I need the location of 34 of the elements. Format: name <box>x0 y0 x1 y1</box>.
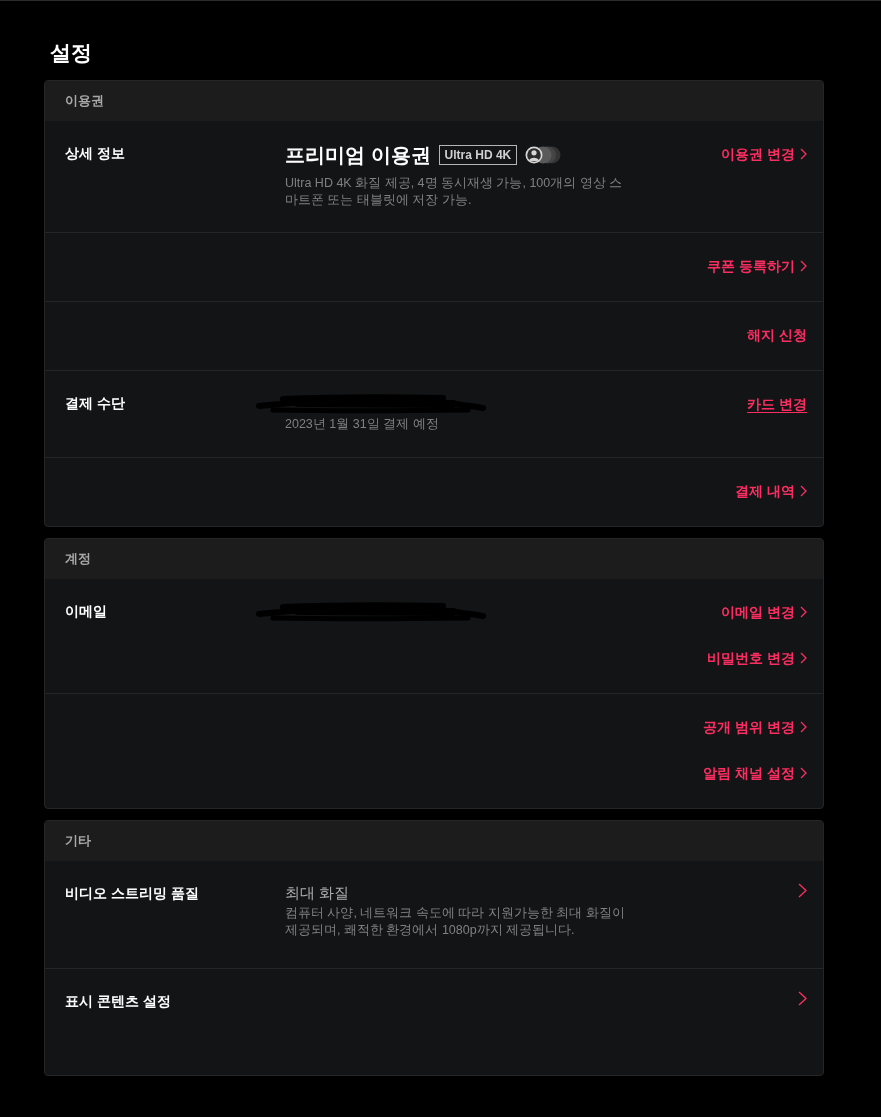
row-label: 결제 수단 <box>65 394 125 413</box>
row-label: 표시 콘텐츠 설정 <box>65 992 171 1011</box>
section-heading: 이용권 <box>65 92 104 110</box>
action-link[interactable]: 이메일 변경 <box>721 601 807 623</box>
chevron-icon[interactable] <box>798 991 807 1006</box>
action-link[interactable]: 비밀번호 변경 <box>707 647 807 669</box>
row-label: 비디오 스트리밍 품질 <box>65 884 199 903</box>
page-title: 설정 <box>49 40 92 66</box>
section-heading: 기타 <box>65 832 91 850</box>
row-label: 이메일 <box>65 602 107 621</box>
plan-name: 프리미엄 이용권 <box>285 143 431 167</box>
chevron-icon[interactable] <box>800 606 807 618</box>
row-label: 상세 정보 <box>65 144 125 163</box>
section-heading: 계정 <box>65 550 91 568</box>
action-link[interactable]: 공개 범위 변경 <box>703 716 807 738</box>
action-link[interactable]: 이용권 변경 <box>721 143 807 165</box>
action-link[interactable]: 해지 신청 <box>747 324 807 346</box>
action-link[interactable]: 결제 내역 <box>735 480 807 502</box>
chevron-icon[interactable] <box>800 767 807 779</box>
chevron-icon[interactable] <box>800 260 807 272</box>
detail-description: Ultra HD 4K 화질 제공, 4명 동시재생 가능, 100개의 영상 스마트폰 또는 태블릿에 저장 가능. <box>285 175 624 208</box>
detail-description: 2023년 1월 31일 결제 예정 <box>285 416 440 433</box>
action-link[interactable]: 카드 변경 <box>747 393 807 415</box>
action-link[interactable]: 알림 채널 설정 <box>703 762 807 784</box>
detail-description: 컴퓨터 사양, 네트워크 속도에 따라 지원가능한 최대 화질이 제공되며, 쾌적한 환경에서 1080p까지 제공됩니다. <box>285 905 626 938</box>
chevron-icon[interactable] <box>800 652 807 664</box>
quality-badge: Ultra HD 4K <box>438 145 518 165</box>
chevron-icon[interactable] <box>800 148 807 160</box>
chevron-icon[interactable] <box>800 485 807 497</box>
chevron-icon[interactable] <box>798 883 807 898</box>
chevron-icon[interactable] <box>800 721 807 733</box>
stacked-avatars-icon <box>525 146 562 164</box>
action-link[interactable]: 쿠폰 등록하기 <box>707 255 807 277</box>
setting-value: 최대 화질 <box>285 883 350 903</box>
